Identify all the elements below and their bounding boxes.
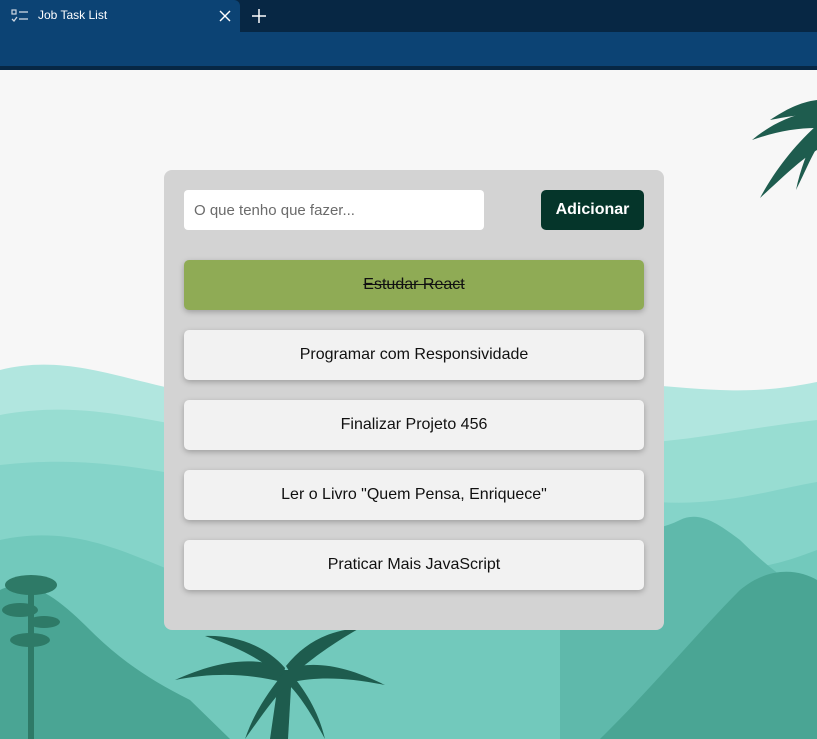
browser-toolbar (0, 32, 817, 66)
task-label: Ler o Livro "Quem Pensa, Enriquece" (281, 486, 547, 503)
task-label: Finalizar Projeto 456 (340, 416, 488, 433)
tab-job-task-list[interactable]: Job Task List (0, 0, 240, 32)
task-card: Adicionar Estudar React Programar com Re… (164, 170, 664, 630)
page-viewport: Adicionar Estudar React Programar com Re… (0, 70, 817, 739)
task-item[interactable]: Finalizar Projeto 456 (184, 400, 644, 450)
task-list-icon (11, 9, 28, 22)
task-input[interactable] (184, 190, 484, 230)
task-item[interactable]: Ler o Livro "Quem Pensa, Enriquece" (184, 470, 644, 520)
tab-title: Job Task List (38, 8, 108, 22)
task-item[interactable]: Estudar React (184, 260, 644, 310)
task-label: Estudar React (363, 276, 465, 293)
task-label: Programar com Responsividade (299, 346, 529, 363)
close-icon[interactable] (218, 9, 232, 23)
task-item[interactable]: Praticar Mais JavaScript (184, 540, 644, 590)
add-task-button[interactable]: Adicionar (541, 190, 644, 230)
task-label: Praticar Mais JavaScript (327, 556, 501, 573)
task-item[interactable]: Programar com Responsividade (184, 330, 644, 380)
browser-chrome: Job Task List (0, 0, 817, 70)
plus-icon[interactable] (249, 6, 269, 26)
